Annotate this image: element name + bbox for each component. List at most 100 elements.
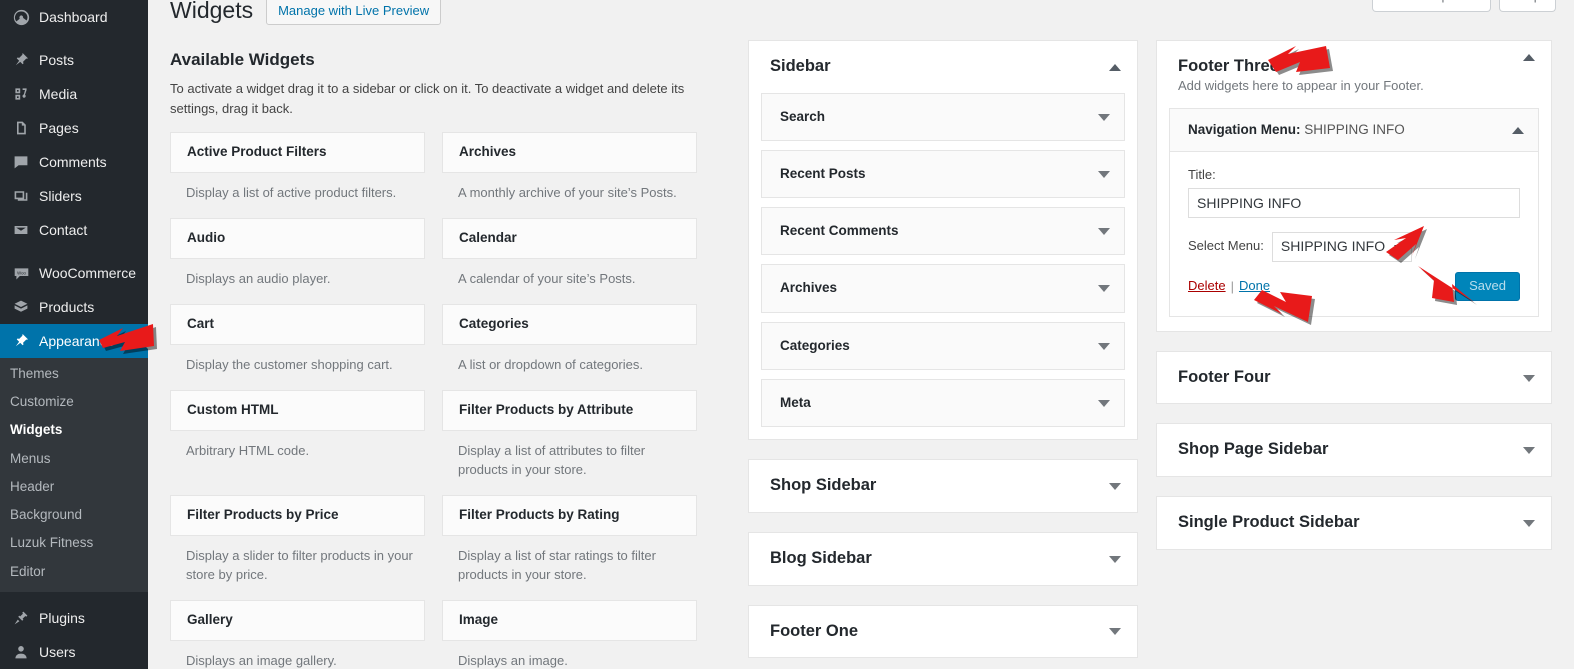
screen-options-button[interactable]: Screen Options <box>1371 0 1492 13</box>
widget-card-title[interactable]: Image <box>442 599 697 642</box>
assigned-widget-row[interactable]: Meta <box>761 378 1125 427</box>
submenu-item-background[interactable]: Background <box>0 501 148 529</box>
widget-card-description: A monthly archive of your site’s Posts. <box>458 185 677 201</box>
pages-icon <box>10 118 32 138</box>
chevron-down-icon[interactable] <box>1109 482 1121 490</box>
sidebar-panel-header[interactable]: Shop Sidebar <box>749 460 1137 512</box>
chevron-down-icon[interactable] <box>1523 447 1535 455</box>
assigned-widget-row[interactable]: Archives <box>761 264 1125 313</box>
page-header: Widgets Manage with Live Preview <box>170 0 442 26</box>
widget-card-title[interactable]: Filter Products by Price <box>170 494 425 537</box>
sidebar-panel-body: Navigation Menu: SHIPPING INFO Title: Se… <box>1157 107 1551 331</box>
widget-card-title[interactable]: Filter Products by Rating <box>442 494 697 537</box>
sidebars-column-middle: Sidebar Search Recent Posts Recent Comme… <box>748 40 1138 669</box>
widget-title-input[interactable] <box>1188 188 1520 219</box>
widget-card-title[interactable]: Categories <box>442 304 697 346</box>
menu-separator <box>0 34 148 43</box>
assigned-widget-row[interactable]: Search <box>761 92 1125 141</box>
page-title: Widgets <box>170 0 254 23</box>
open-widget-navigation-menu: Navigation Menu: SHIPPING INFO Title: Se… <box>1169 107 1539 317</box>
open-widget-instance-title: SHIPPING INFO <box>1304 121 1405 137</box>
sidebar-item-contact[interactable]: Contact <box>0 213 148 247</box>
sidebar-item-label: Products <box>39 299 95 315</box>
submenu-item-widgets[interactable]: Widgets <box>0 416 148 444</box>
open-widget-header[interactable]: Navigation Menu: SHIPPING INFO <box>1170 108 1538 153</box>
user-icon <box>10 642 32 662</box>
sliders-icon <box>10 186 32 206</box>
sidebar-item-label: Users <box>39 643 76 660</box>
select-menu-row: Select Menu: SHIPPING INFO <box>1188 232 1520 262</box>
plug-icon <box>10 608 32 628</box>
chevron-down-icon[interactable] <box>1098 285 1110 293</box>
assigned-widget-name: Categories <box>780 337 850 353</box>
widget-card-title[interactable]: Calendar <box>442 218 697 260</box>
sidebar-item-dashboard[interactable]: Dashboard <box>0 0 148 34</box>
sidebar-item-users[interactable]: Users <box>0 635 148 669</box>
assigned-widget-name: Search <box>780 108 826 124</box>
available-widget: Image Displays an image. <box>442 599 697 669</box>
widget-card-title[interactable]: Cart <box>170 304 425 346</box>
assigned-widget-row[interactable]: Recent Posts <box>761 149 1125 199</box>
sidebar-panel-header[interactable]: Single Product Sidebar <box>1157 497 1551 549</box>
available-widget: Filter Products by Price Display a slide… <box>170 494 425 596</box>
submenu-item-header[interactable]: Header <box>0 473 148 501</box>
widget-card-title[interactable]: Audio <box>170 218 425 260</box>
sidebar-item-plugins[interactable]: Plugins <box>0 601 148 635</box>
assigned-widget-row[interactable]: Recent Comments <box>761 207 1125 256</box>
chevron-down-icon[interactable] <box>1109 628 1121 636</box>
sidebar-item-posts[interactable]: Posts <box>0 43 148 77</box>
sidebar-item-woocommerce[interactable]: Woo WooCommerce <box>0 256 148 290</box>
sidebar-item-pages[interactable]: Pages <box>0 111 148 145</box>
sidebar-panel-header[interactable]: Footer Three <box>1157 41 1551 81</box>
select-menu-dropdown[interactable]: SHIPPING INFO <box>1271 232 1413 262</box>
submenu-item-editor[interactable]: Editor <box>0 558 148 586</box>
assigned-widget-name: Recent Comments <box>780 223 899 239</box>
help-button[interactable]: Help <box>1499 0 1556 13</box>
chevron-down-icon[interactable] <box>1098 228 1110 236</box>
chevron-down-icon[interactable] <box>1098 342 1110 350</box>
menu-separator <box>0 247 148 256</box>
chevron-down-icon[interactable] <box>1109 555 1121 563</box>
sidebar-panel-header[interactable]: Footer Four <box>1157 352 1551 404</box>
sidebar-panel-header[interactable]: Sidebar <box>749 41 1137 93</box>
available-widgets-section: Available Widgets To activate a widget d… <box>170 50 715 669</box>
available-widget: Gallery Displays an image gallery. <box>170 599 425 669</box>
chevron-down-icon[interactable] <box>1098 171 1110 179</box>
assigned-widget-row[interactable]: Categories <box>761 321 1125 370</box>
available-widget: Cart Display the customer shopping cart. <box>170 304 425 386</box>
sidebar-item-media[interactable]: Media <box>0 77 148 111</box>
widget-card-title[interactable]: Archives <box>442 132 697 174</box>
sidebar-panel-header[interactable]: Shop Page Sidebar <box>1157 424 1551 476</box>
widget-card-title[interactable]: Custom HTML <box>170 390 425 432</box>
sidebar-item-products[interactable]: Products <box>0 290 148 324</box>
chevron-down-icon[interactable] <box>1098 113 1110 121</box>
admin-sidebar-menu: Dashboard Posts Media Pages Comments Sli… <box>0 0 148 669</box>
submenu-item-customize[interactable]: Customize <box>0 388 148 416</box>
widget-card-title[interactable]: Gallery <box>170 599 425 642</box>
done-link[interactable]: Done <box>1239 278 1270 295</box>
chevron-down-icon[interactable] <box>1523 374 1535 382</box>
widget-card-title[interactable]: Filter Products by Attribute <box>442 390 697 432</box>
widget-card-description: Display the customer shopping cart. <box>186 357 393 373</box>
sidebar-item-comments[interactable]: Comments <box>0 145 148 179</box>
manage-with-live-preview-button[interactable]: Manage with Live Preview <box>266 0 442 26</box>
chevron-up-icon[interactable] <box>1512 127 1524 135</box>
sidebar-panel-header[interactable]: Blog Sidebar <box>749 533 1137 585</box>
sidebar-item-label: Pages <box>39 120 79 136</box>
open-widget-body: Title: Select Menu: SHIPPING INFO Del <box>1170 152 1538 315</box>
submenu-item-menus[interactable]: Menus <box>0 445 148 473</box>
chevron-up-icon[interactable] <box>1109 63 1121 71</box>
sidebar-panel-name: Footer One <box>770 621 859 640</box>
widget-card-title[interactable]: Active Product Filters <box>170 132 425 174</box>
save-button[interactable]: Saved <box>1455 271 1520 301</box>
submenu-item-luzuk-fitness[interactable]: Luzuk Fitness <box>0 529 148 557</box>
chevron-up-icon[interactable] <box>1523 53 1535 61</box>
sidebar-panel-footer-four: Footer Four <box>1156 350 1552 405</box>
sidebar-panel-header[interactable]: Footer One <box>749 606 1137 658</box>
sidebar-item-appearance[interactable]: Appearance <box>0 324 148 358</box>
sidebar-item-sliders[interactable]: Sliders <box>0 179 148 213</box>
chevron-down-icon[interactable] <box>1523 520 1535 528</box>
chevron-down-icon[interactable] <box>1098 399 1110 407</box>
submenu-item-themes[interactable]: Themes <box>0 360 148 388</box>
delete-widget-link[interactable]: Delete <box>1188 278 1226 295</box>
